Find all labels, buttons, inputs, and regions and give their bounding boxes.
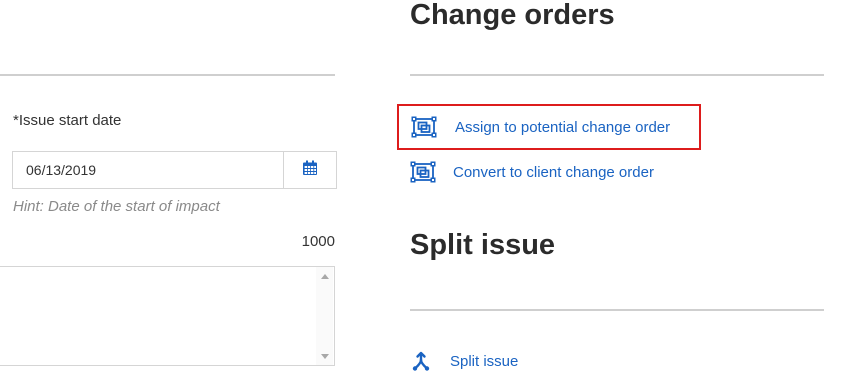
assign-to-potential-change-order-label: Assign to potential change order [455,118,671,136]
left-divider [0,74,335,76]
calendar-button[interactable] [283,151,337,189]
split-icon [410,350,432,372]
textarea-scrollbar[interactable] [316,267,333,365]
description-textarea[interactable] [0,266,335,366]
scroll-up-arrow-icon[interactable] [316,269,333,283]
issue-start-date-input[interactable] [12,151,283,189]
convert-to-client-change-order-link[interactable]: Convert to client change order [410,160,654,184]
calendar-icon [302,160,318,181]
change-orders-divider [410,74,824,76]
scroll-down-arrow-icon[interactable] [316,349,333,363]
change-order-icon [411,116,437,138]
convert-to-client-change-order-label: Convert to client change order [453,163,654,181]
split-issue-link[interactable]: Split issue [410,350,518,372]
start-date-hint: Hint: Date of the start of impact [13,198,220,215]
change-order-icon [410,161,436,183]
split-issue-label: Split issue [450,352,519,370]
character-counter: 1000 [301,233,335,250]
split-issue-divider [410,309,824,311]
change-orders-heading: Change orders [410,0,615,31]
split-issue-heading: Split issue [410,229,556,261]
issue-start-date-label: *Issue start date [13,112,122,129]
assign-to-potential-change-order-link[interactable]: Assign to potential change order [397,104,701,150]
